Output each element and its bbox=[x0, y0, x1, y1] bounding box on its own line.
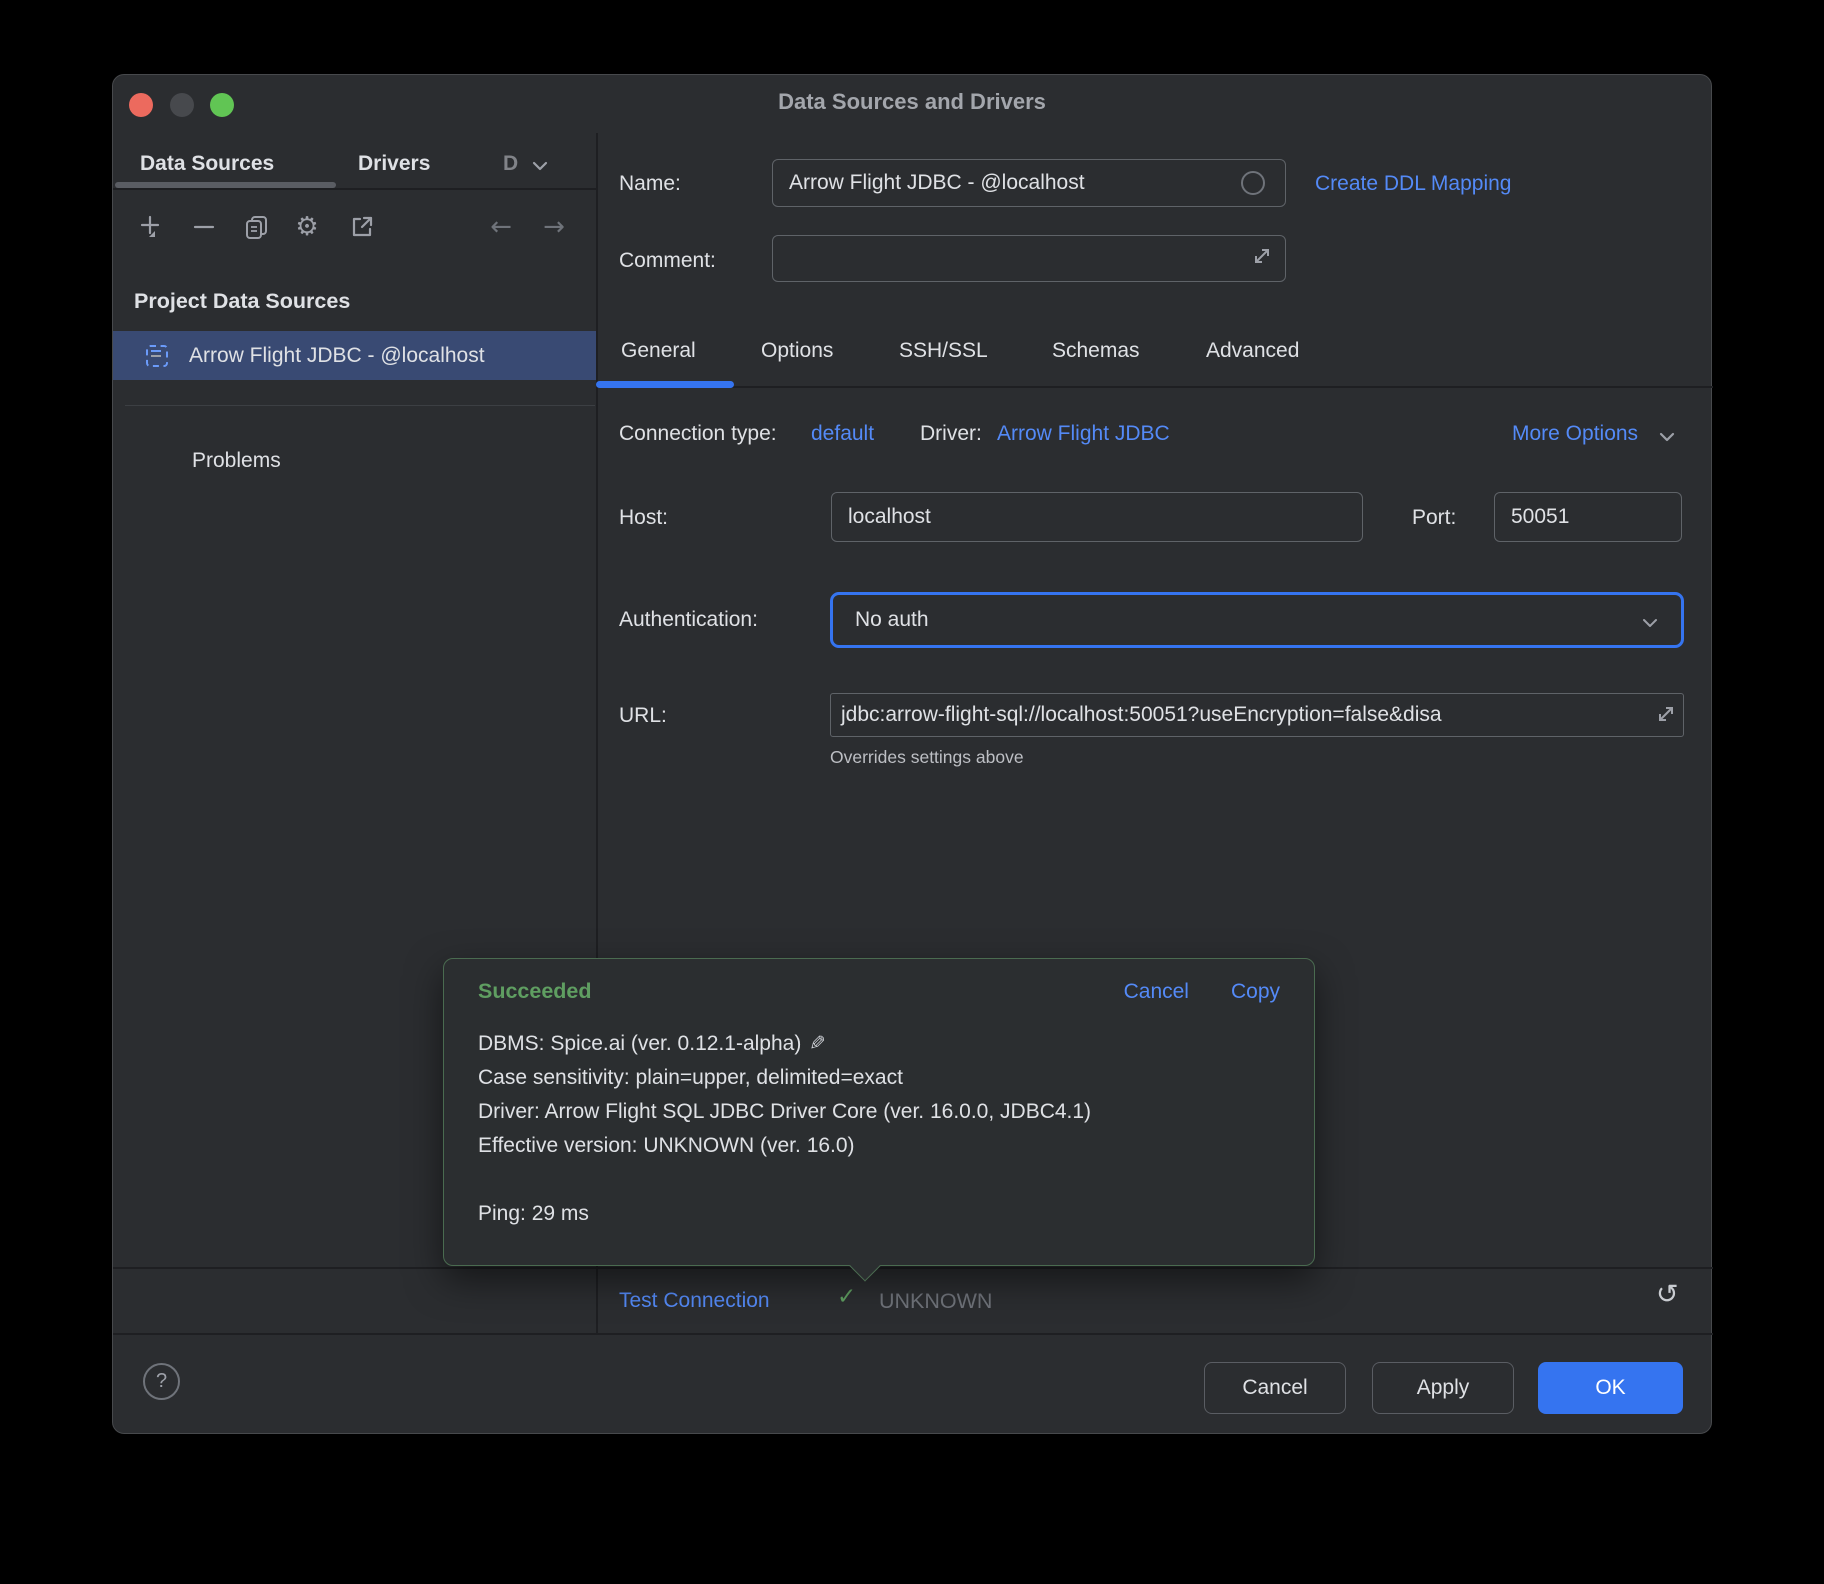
remove-data-source-button[interactable] bbox=[190, 213, 218, 241]
authentication-label: Authentication: bbox=[619, 605, 758, 635]
sidebar-item-problems[interactable]: Problems bbox=[192, 446, 281, 476]
tab-options[interactable]: Options bbox=[761, 336, 833, 366]
screenshot-stage: Data Sources and Drivers Data Sources Dr… bbox=[0, 0, 1824, 1584]
driver-value-link[interactable]: Arrow Flight JDBC bbox=[997, 419, 1170, 449]
authentication-select[interactable]: No auth bbox=[830, 592, 1684, 648]
gear-icon[interactable]: ⚙ bbox=[293, 213, 321, 241]
connection-result-text: UNKNOWN bbox=[879, 1286, 992, 1316]
tab-ssh-ssl[interactable]: SSH/SSL bbox=[899, 336, 988, 366]
popup-line-dbms: DBMS: Spice.ai (ver. 0.12.1-alpha)✎ bbox=[478, 1026, 1280, 1061]
popup-line-effective-version: Effective version: UNKNOWN (ver. 16.0) bbox=[478, 1129, 1280, 1163]
apply-button[interactable]: Apply bbox=[1372, 1362, 1514, 1414]
popup-line-ping: Ping: 29 ms bbox=[478, 1197, 1280, 1231]
expand-icon[interactable] bbox=[1653, 701, 1679, 727]
help-button[interactable]: ? bbox=[143, 1363, 180, 1400]
tab-schemas[interactable]: Schemas bbox=[1052, 336, 1140, 366]
open-in-new-icon[interactable] bbox=[348, 213, 376, 241]
forward-arrow-icon[interactable]: → bbox=[540, 213, 568, 241]
expand-icon[interactable] bbox=[1249, 243, 1275, 269]
ok-button[interactable]: OK bbox=[1538, 1362, 1683, 1414]
tab-strip-border bbox=[113, 188, 596, 190]
url-label: URL: bbox=[619, 701, 667, 731]
data-source-label: Arrow Flight JDBC - @localhost bbox=[189, 344, 485, 368]
sidebar-section-divider bbox=[125, 405, 595, 406]
chevron-down-icon[interactable] bbox=[529, 155, 551, 177]
duplicate-icon[interactable] bbox=[243, 213, 271, 241]
connection-type-value-link[interactable]: default bbox=[811, 419, 874, 449]
edit-pencil-icon[interactable]: ✎ bbox=[809, 1026, 826, 1060]
content-tab-border bbox=[596, 386, 1713, 388]
add-data-source-button[interactable] bbox=[137, 213, 165, 241]
tab-data-sources[interactable]: Data Sources bbox=[140, 147, 274, 181]
project-data-sources-header: Project Data Sources bbox=[134, 286, 350, 316]
host-input[interactable] bbox=[831, 492, 1363, 542]
popup-cancel-link[interactable]: Cancel bbox=[1124, 980, 1189, 1004]
popup-pointer bbox=[849, 1250, 880, 1281]
host-label: Host: bbox=[619, 503, 668, 533]
port-input[interactable] bbox=[1494, 492, 1682, 542]
popup-line-driver: Driver: Arrow Flight SQL JDBC Driver Cor… bbox=[478, 1095, 1280, 1129]
popup-line-case-sensitivity: Case sensitivity: plain=upper, delimited… bbox=[478, 1061, 1280, 1095]
comment-label: Comment: bbox=[619, 246, 716, 276]
authentication-value: No auth bbox=[855, 608, 929, 632]
comment-input[interactable] bbox=[772, 235, 1286, 282]
tab-ddl-truncated[interactable]: D bbox=[503, 147, 518, 181]
active-content-tab-indicator bbox=[596, 381, 734, 388]
name-label: Name: bbox=[619, 169, 681, 199]
url-hint-text: Overrides settings above bbox=[830, 747, 1024, 768]
name-input[interactable] bbox=[772, 159, 1286, 207]
test-connection-result-popup: Succeeded Cancel Copy DBMS: Spice.ai (ve… bbox=[443, 958, 1315, 1266]
window-title: Data Sources and Drivers bbox=[113, 89, 1711, 115]
test-connection-link[interactable]: Test Connection bbox=[619, 1286, 770, 1316]
footer-border bbox=[113, 1333, 1713, 1335]
connection-type-label: Connection type: bbox=[619, 419, 777, 449]
driver-label: Driver: bbox=[920, 419, 982, 449]
data-source-icon bbox=[146, 345, 168, 367]
cancel-button[interactable]: Cancel bbox=[1204, 1362, 1346, 1414]
back-arrow-icon[interactable]: ← bbox=[487, 213, 515, 241]
more-options-link[interactable]: More Options bbox=[1512, 419, 1638, 449]
tab-advanced[interactable]: Advanced bbox=[1206, 336, 1299, 366]
port-label: Port: bbox=[1412, 503, 1456, 533]
tab-drivers[interactable]: Drivers bbox=[358, 147, 430, 181]
success-check-icon: ✓ bbox=[837, 1284, 856, 1310]
chevron-down-icon[interactable] bbox=[1657, 427, 1677, 447]
status-badge: Succeeded bbox=[478, 979, 592, 1004]
tab-general[interactable]: General bbox=[621, 336, 696, 366]
revert-icon[interactable]: ↺ bbox=[1656, 1279, 1679, 1310]
url-input[interactable]: jdbc:arrow-flight-sql://localhost:50051?… bbox=[830, 693, 1684, 737]
status-row-border bbox=[113, 1267, 1713, 1269]
popup-copy-link[interactable]: Copy bbox=[1231, 980, 1280, 1004]
data-source-row-selected[interactable]: Arrow Flight JDBC - @localhost bbox=[113, 331, 596, 380]
loading-spinner-icon bbox=[1241, 171, 1265, 195]
data-sources-dialog: Data Sources and Drivers Data Sources Dr… bbox=[112, 74, 1712, 1434]
create-ddl-mapping-link[interactable]: Create DDL Mapping bbox=[1315, 169, 1512, 199]
chevron-down-icon bbox=[1639, 612, 1661, 634]
